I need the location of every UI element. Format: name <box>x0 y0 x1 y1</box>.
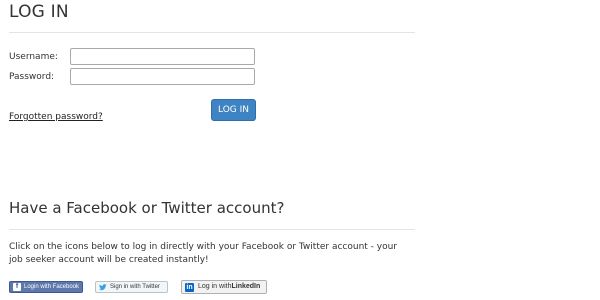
login-button[interactable]: LOG IN <box>211 99 256 121</box>
username-label: Username: <box>9 52 58 62</box>
social-login-description: Click on the icons below to log in direc… <box>9 242 398 265</box>
linkedin-button-brand: LinkedIn <box>231 283 261 290</box>
linkedin-icon: in <box>185 282 194 292</box>
twitter-button-label: Sign in with Twitter <box>110 284 160 290</box>
login-page: LOG IN Username: Password: LOG IN Forgot… <box>0 0 600 300</box>
password-input[interactable] <box>70 68 255 85</box>
page-title: LOG IN <box>9 2 69 22</box>
password-label: Password: <box>9 72 55 82</box>
twitter-bird-icon <box>99 284 107 291</box>
title-divider <box>9 32 415 33</box>
forgotten-password-link[interactable]: Forgotten password? <box>9 112 103 122</box>
facebook-icon: f <box>13 283 21 291</box>
linkedin-login-button[interactable]: in Log in with LinkedIn <box>181 280 267 294</box>
username-input[interactable] <box>70 48 255 65</box>
twitter-login-button[interactable]: Sign in with Twitter <box>95 281 168 293</box>
facebook-button-label: Login with Facebook <box>24 284 80 290</box>
social-login-heading: Have a Facebook or Twitter account? <box>9 199 285 217</box>
facebook-login-button[interactable]: f Login with Facebook <box>9 281 83 293</box>
linkedin-button-label-prefix: Log in with <box>198 283 232 290</box>
social-divider <box>9 229 415 230</box>
